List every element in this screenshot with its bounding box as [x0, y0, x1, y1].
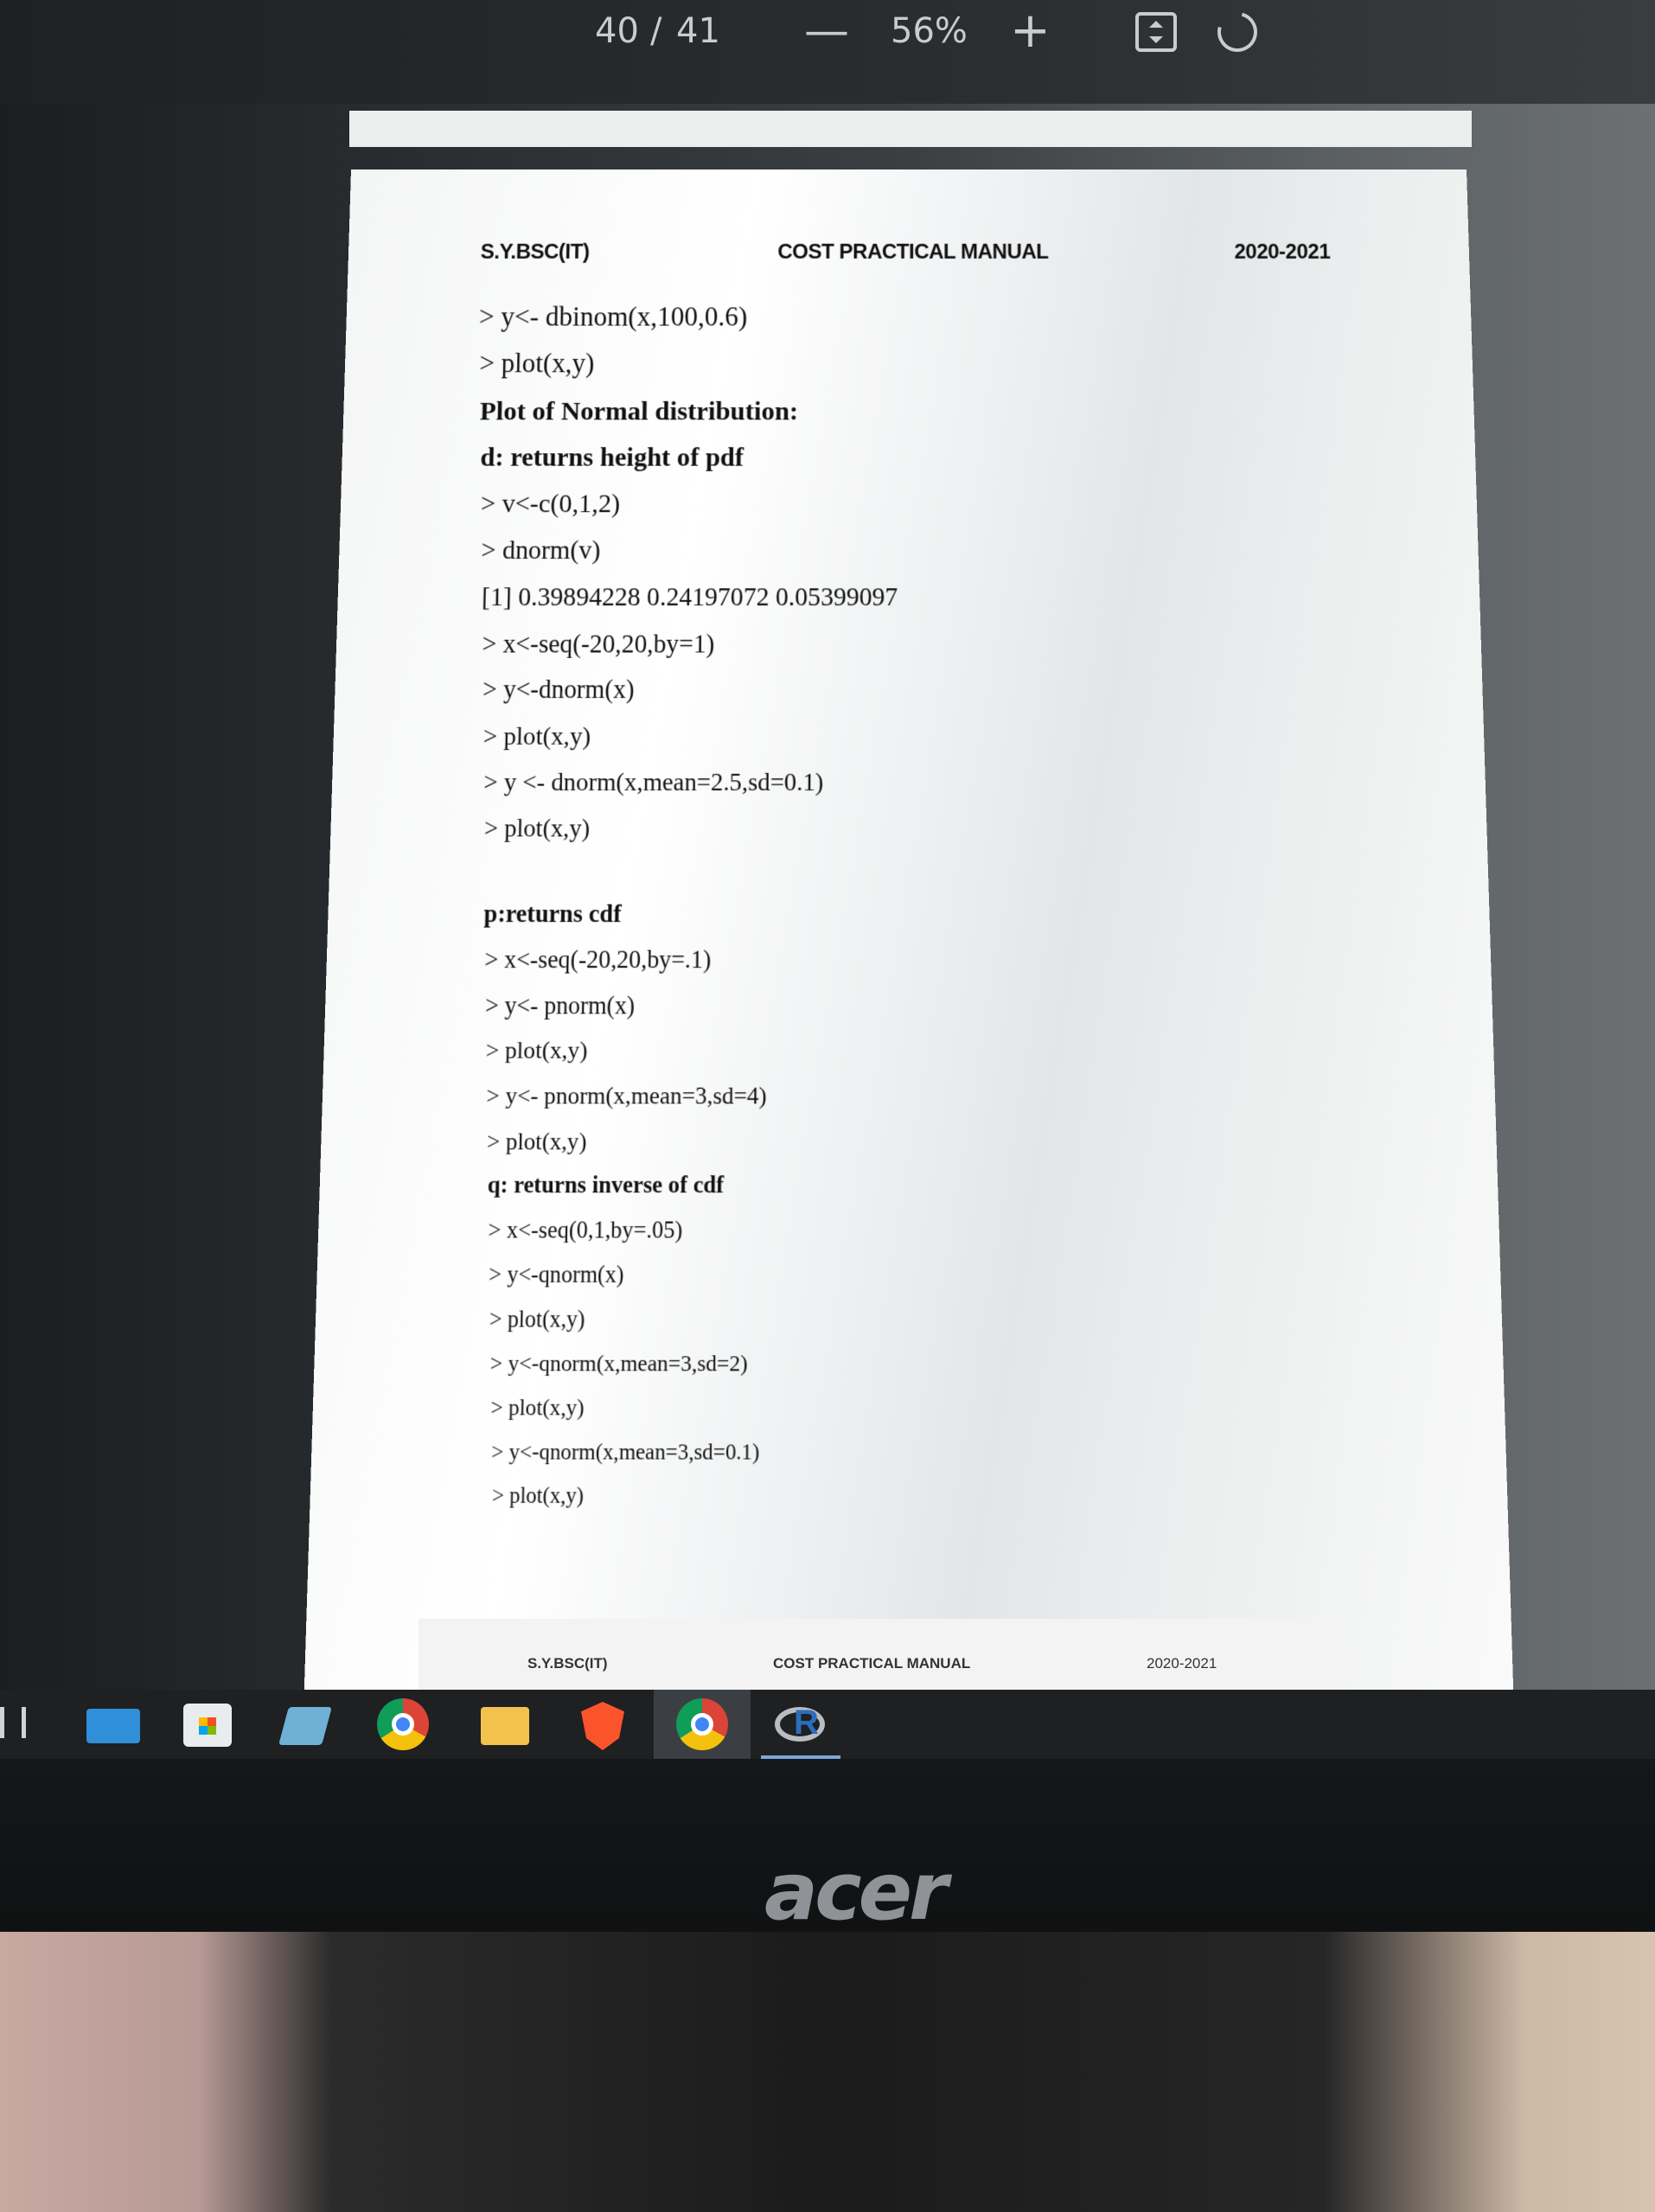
header-year: 2020-2021	[1234, 240, 1331, 264]
header-course: S.Y.BSC(IT)	[480, 240, 590, 264]
zoom-level: 56%	[891, 11, 968, 51]
rotate-icon[interactable]	[1210, 4, 1265, 60]
pdf-viewer: 40 / 41 — 56% + S.Y.BSC(IT) COST PRACTIC…	[0, 0, 1655, 1721]
chrome-icon[interactable]	[676, 1698, 728, 1750]
viewer-toolbar: 40 / 41 — 56% +	[0, 0, 1655, 104]
section-heading: p:returns cdf	[483, 898, 622, 928]
code-line: > dnorm(v)	[481, 536, 601, 566]
section-heading: d: returns height of pdf	[480, 442, 744, 472]
desk-surface	[0, 1932, 1655, 2212]
code-line: > plot(x,y)	[486, 1127, 587, 1155]
r-icon[interactable]: R	[775, 1704, 828, 1747]
code-line: > y <- dnorm(x,mean=2.5,sd=0.1)	[483, 768, 824, 797]
code-line: > y<- dbinom(x,100,0.6)	[478, 301, 748, 332]
section-heading: q: returns inverse of cdf	[487, 1172, 725, 1199]
code-line: > plot(x,y)	[490, 1395, 585, 1421]
code-line: > v<-c(0,1,2)	[480, 489, 621, 519]
windows-taskbar: R	[0, 1690, 1655, 1759]
page-separator: /	[650, 11, 662, 51]
code-line: > plot(x,y)	[485, 1036, 588, 1064]
mail-icon[interactable]	[86, 1709, 140, 1743]
code-line: > x<-seq(0,1,by=.05)	[488, 1217, 683, 1243]
header-title: COST PRACTICAL MANUAL	[777, 240, 1049, 264]
task-view-icon[interactable]	[0, 1707, 26, 1738]
code-line: > y<-qnorm(x,mean=3,sd=0.1)	[490, 1439, 760, 1465]
zoom-out-button[interactable]: —	[804, 7, 849, 55]
code-line: > x<-seq(-20,20,by=.1)	[484, 944, 712, 974]
next-header-course: S.Y.BSC(IT)	[527, 1655, 608, 1672]
previous-page-bottom	[349, 111, 1472, 147]
code-line: > plot(x,y)	[483, 814, 591, 842]
page-number-input[interactable]: 40	[595, 7, 639, 55]
file-explorer-icon[interactable]	[481, 1707, 529, 1745]
next-header-title: COST PRACTICAL MANUAL	[773, 1655, 971, 1672]
code-line: > y<-dnorm(x)	[482, 675, 635, 705]
code-line: > plot(x,y)	[491, 1482, 585, 1508]
code-line: > plot(x,y)	[479, 348, 595, 379]
section-heading: Plot of Normal distribution:	[479, 395, 799, 426]
code-line: > plot(x,y)	[482, 722, 591, 751]
page-total: 41	[676, 11, 720, 51]
code-line: > y<- pnorm(x,mean=3,sd=4)	[486, 1082, 767, 1109]
store-icon[interactable]	[183, 1704, 232, 1747]
code-line: > y<-qnorm(x)	[488, 1262, 624, 1288]
pdf-page: S.Y.BSC(IT) COST PRACTICAL MANUAL 2020-2…	[304, 169, 1514, 1699]
code-line: > plot(x,y)	[489, 1306, 585, 1333]
zoom-in-button[interactable]: +	[1010, 7, 1051, 55]
code-line: [1] 0.39894228 0.24197072 0.05399097	[481, 583, 898, 612]
fit-to-page-icon[interactable]	[1135, 12, 1177, 52]
code-line: > y<-qnorm(x,mean=3,sd=2)	[489, 1351, 748, 1377]
photos-icon[interactable]	[278, 1707, 332, 1745]
chrome-icon[interactable]	[377, 1698, 429, 1750]
code-line: > x<-seq(-20,20,by=1)	[482, 629, 715, 659]
next-header-year: 2020-2021	[1147, 1655, 1217, 1672]
brave-icon[interactable]	[581, 1702, 624, 1750]
code-line: > y<- pnorm(x)	[484, 990, 636, 1020]
acer-logo: acer	[764, 1845, 948, 1938]
monitor-bezel: acer	[0, 1759, 1655, 1938]
